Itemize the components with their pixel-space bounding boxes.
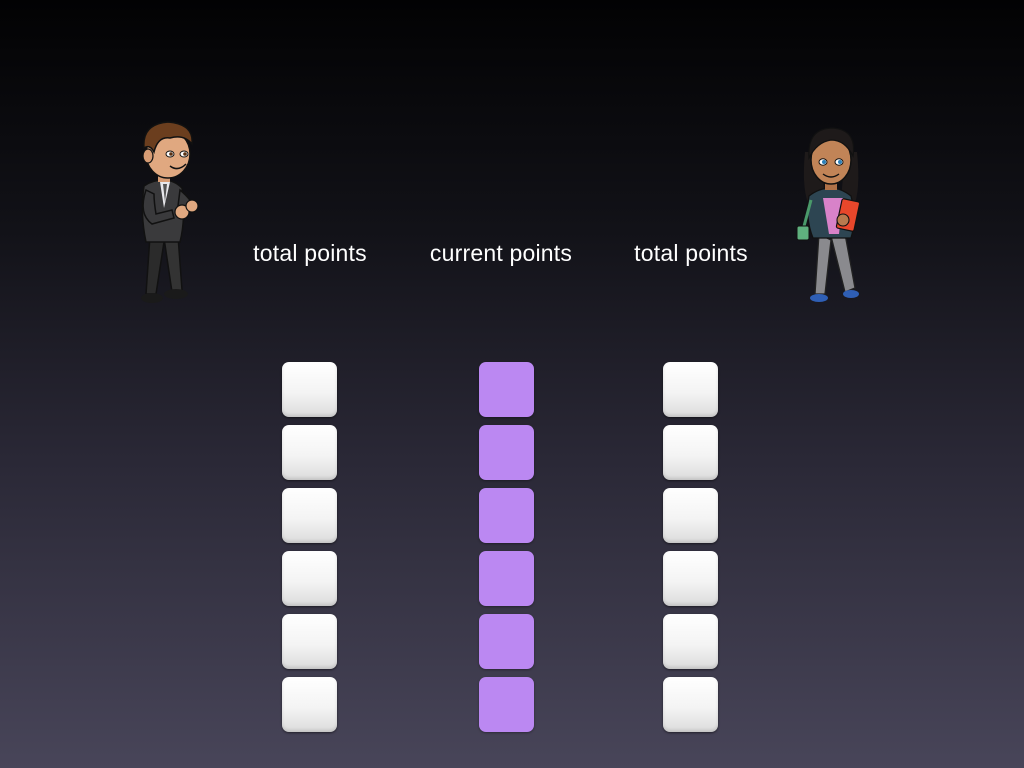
left-point-tile[interactable] <box>282 425 337 480</box>
current-point-tile[interactable] <box>479 488 534 543</box>
current-point-tile[interactable] <box>479 614 534 669</box>
right-point-tile[interactable] <box>663 551 718 606</box>
right-point-tile[interactable] <box>663 488 718 543</box>
left-point-tile[interactable] <box>282 614 337 669</box>
left-total-points-label: total points <box>253 240 367 266</box>
current-points-label: current points <box>429 240 573 266</box>
left-point-tile[interactable] <box>282 488 337 543</box>
woman-character-icon <box>796 127 861 302</box>
current-point-tile[interactable] <box>479 677 534 732</box>
right-point-tile[interactable] <box>663 362 718 417</box>
left-total-points-column <box>282 362 338 740</box>
left-point-tile[interactable] <box>282 362 337 417</box>
right-point-tile[interactable] <box>663 425 718 480</box>
right-point-tile[interactable] <box>663 614 718 669</box>
current-point-tile[interactable] <box>479 425 534 480</box>
right-total-points-label: total points <box>634 240 748 266</box>
man-character-icon <box>141 121 199 303</box>
left-point-tile[interactable] <box>282 551 337 606</box>
current-points-column <box>479 362 535 740</box>
right-total-points-column <box>663 362 719 740</box>
left-point-tile[interactable] <box>282 677 337 732</box>
current-point-tile[interactable] <box>479 551 534 606</box>
right-point-tile[interactable] <box>663 677 718 732</box>
current-point-tile[interactable] <box>479 362 534 417</box>
